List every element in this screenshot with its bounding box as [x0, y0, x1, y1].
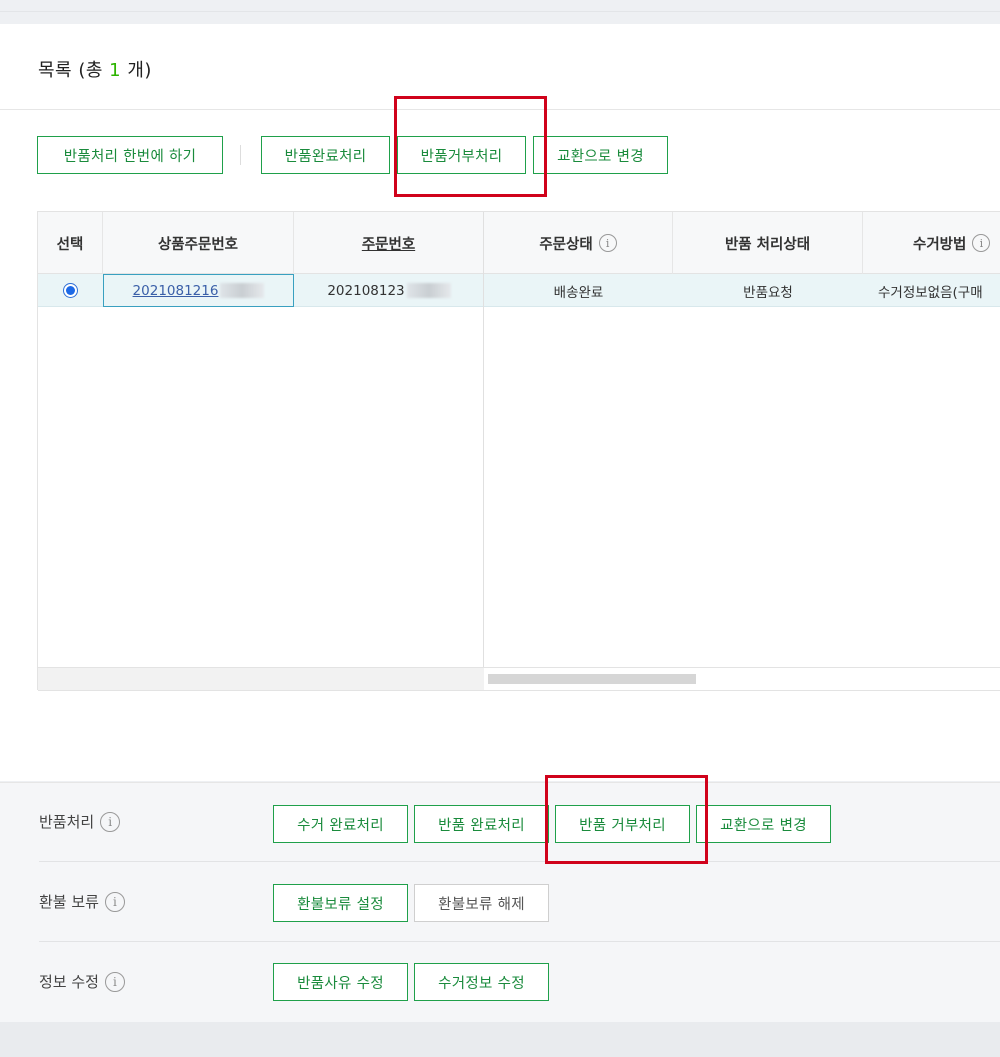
col-select[interactable]: 선택 [38, 212, 103, 274]
toolbar-divider [240, 145, 241, 165]
redacted-mask [406, 283, 451, 298]
return-reject-button-bottom[interactable]: 반품 거부처리 [555, 805, 690, 843]
order-status-value: 배송완료 [553, 284, 604, 301]
info-edit-label-text: 정보 수정 [39, 973, 99, 991]
return-complete-button-bottom[interactable]: 반품 완료처리 [414, 805, 549, 843]
row-select-cell[interactable] [38, 274, 103, 307]
action-row-info-edit: 정보 수정 i 반품사유 수정 수거정보 수정 [39, 943, 1000, 1022]
col-return-status[interactable]: 반품 처리상태 [673, 212, 863, 274]
refund-hold-label-text: 환불 보류 [39, 893, 99, 911]
action-row-return: 반품처리 i 수거 완료처리 반품 완료처리 반품 거부처리 교환으로 변경 [39, 783, 1000, 862]
col-order-no-label: 주문번호 [361, 236, 416, 253]
radio-selected-icon[interactable] [63, 283, 78, 298]
action-row-refund-hold: 환불 보류 i 환불보류 설정 환불보류 해제 [39, 863, 1000, 942]
bottom-strip [0, 1022, 1000, 1057]
info-edit-label: 정보 수정 i [39, 971, 125, 992]
list-title-suffix: 개) [121, 60, 152, 81]
col-return-status-label: 반품 처리상태 [724, 236, 811, 253]
info-icon[interactable]: i [104, 971, 125, 992]
col-product-order-no[interactable]: 상품주문번호 [103, 212, 294, 274]
grid-footer-frozen [38, 667, 484, 691]
col-order-status[interactable]: 주문상태 i [484, 212, 673, 274]
info-icon[interactable]: i [598, 234, 617, 252]
focused-cell-outline [103, 274, 294, 307]
return-processing-label-text: 반품처리 [39, 813, 95, 831]
top-bar [0, 0, 1000, 12]
col-product-order-no-label: 상품주문번호 [157, 236, 239, 253]
refund-hold-label: 환불 보류 i [39, 891, 125, 912]
frozen-column-divider [483, 212, 484, 691]
change-to-exchange-button-bottom[interactable]: 교환으로 변경 [696, 805, 831, 843]
info-icon[interactable]: i [100, 811, 121, 832]
col-select-label: 선택 [56, 236, 84, 253]
list-title: 목록 (총 1 개) [38, 56, 152, 82]
action-panel: 반품처리 i 수거 완료처리 반품 완료처리 반품 거부처리 교환으로 변경 환불… [0, 782, 1000, 1022]
return-status-value: 반품요청 [743, 284, 793, 301]
col-pickup-method-label: 수거방법 [913, 236, 967, 253]
return-status-cell: 반품요청 [673, 274, 863, 307]
return-processing-label: 반품처리 i [39, 811, 121, 832]
horizontal-scrollbar[interactable] [488, 674, 696, 684]
grid-footer-scroll [484, 667, 1000, 691]
return-complete-button[interactable]: 반품완료처리 [261, 136, 390, 174]
change-to-exchange-button[interactable]: 교환으로 변경 [533, 136, 668, 174]
list-title-prefix: 목록 (총 [38, 60, 110, 81]
col-order-status-label: 주문상태 [539, 236, 593, 253]
return-reject-button[interactable]: 반품거부처리 [397, 136, 526, 174]
order-grid: 선택 상품주문번호 주문번호 주문상태 i 반품 처리상태 수거방법 i 20210… [37, 211, 1000, 691]
grid-header: 선택 상품주문번호 주문번호 주문상태 i 반품 처리상태 수거방법 i [38, 212, 1000, 274]
refund-hold-set-button[interactable]: 환불보류 설정 [273, 884, 408, 922]
list-panel: 목록 (총 1 개) 반품처리 한번에 하기 반품완료처리 반품거부처리 교환으… [0, 24, 1000, 781]
order-no-cell: 202108123 [294, 274, 484, 307]
order-status-cell: 배송완료 [484, 274, 673, 307]
col-order-no[interactable]: 주문번호 [294, 212, 484, 274]
return-reason-edit-button[interactable]: 반품사유 수정 [273, 963, 408, 1001]
pickup-method-value: 수거정보없음(구매 [878, 284, 983, 301]
info-icon[interactable]: i [104, 891, 125, 912]
pickup-complete-button[interactable]: 수거 완료처리 [273, 805, 408, 843]
list-count: 1 [109, 60, 122, 81]
list-header: 목록 (총 1 개) [0, 24, 1000, 110]
batch-return-button[interactable]: 반품처리 한번에 하기 [37, 136, 223, 174]
info-icon[interactable]: i [972, 234, 991, 252]
col-pickup-method[interactable]: 수거방법 i [863, 212, 1000, 274]
refund-hold-release-button[interactable]: 환불보류 해제 [414, 884, 549, 922]
order-no-value: 202108123 [327, 282, 405, 299]
pickup-info-edit-button[interactable]: 수거정보 수정 [414, 963, 549, 1001]
pickup-method-cell: 수거정보없음(구매 [863, 274, 1000, 307]
